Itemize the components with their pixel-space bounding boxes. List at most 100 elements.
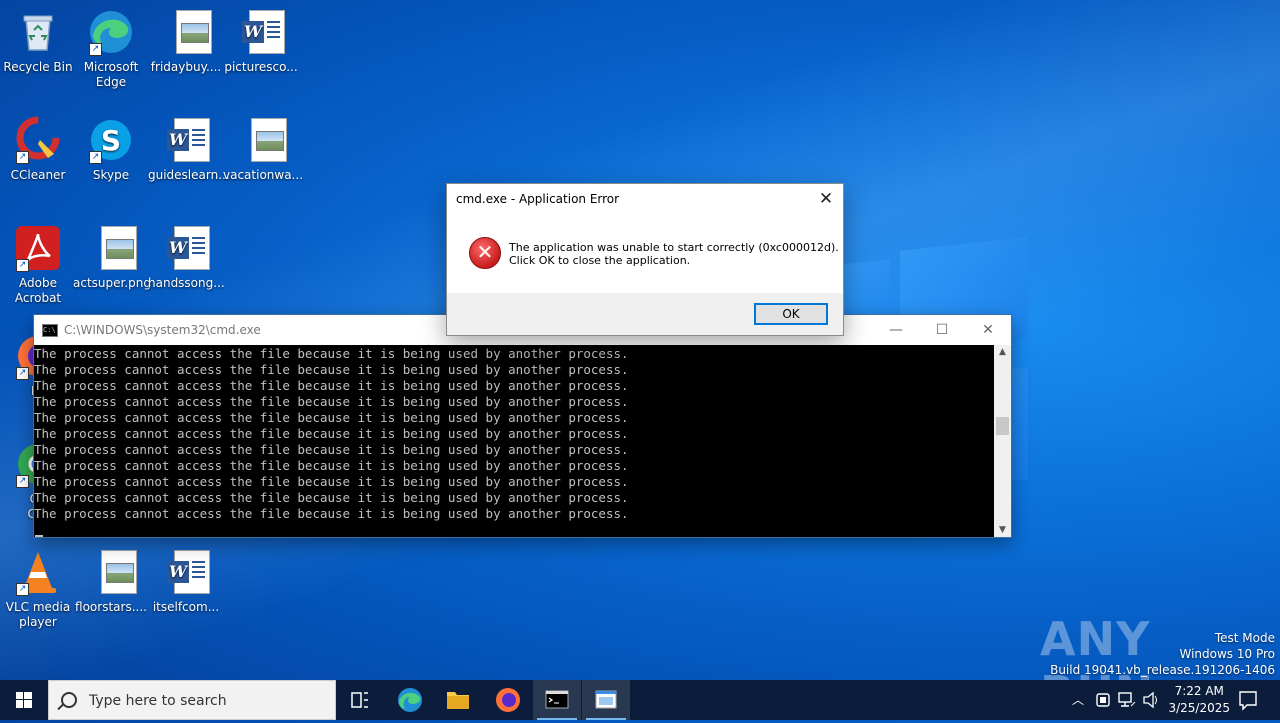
desktop-icon-label: Microsoft — [83, 60, 139, 74]
svg-text:S: S — [101, 124, 121, 157]
task-view-button[interactable] — [336, 680, 384, 720]
desktop-icon-vacationwa[interactable]: vacationwa... — [223, 116, 304, 183]
cmd-window[interactable]: C:\ C:\WINDOWS\system32\cmd.exe — ☐ ✕ Th… — [34, 315, 1011, 537]
word-doc-icon: W — [162, 224, 210, 272]
notification-icon — [1239, 691, 1257, 711]
action-center-button[interactable] — [1234, 680, 1262, 720]
console-line: The process cannot access the file becau… — [34, 362, 629, 377]
taskbar: Type here to search ︿ 7:22 AM 3/25/2025 — [0, 680, 1280, 720]
cmd-scrollbar[interactable]: ▲ ▼ — [994, 345, 1011, 537]
dialog-title: cmd.exe - Application Error — [456, 192, 620, 206]
console-line: The process cannot access the file becau… — [34, 442, 629, 457]
test-mode-watermark: Test Mode Windows 10 Pro Build 19041.vb_… — [1050, 630, 1275, 678]
desktop-icon-picturesco[interactable]: W picturesco... — [223, 8, 299, 75]
image-file-icon — [87, 548, 137, 596]
word-doc-icon: W — [162, 116, 210, 164]
desktop-icon-label: Skype — [92, 168, 130, 182]
desktop-icon-floorstars[interactable]: floorstars.... — [73, 548, 149, 615]
desktop-icon-fridaybuy[interactable]: fridaybuy.... — [148, 8, 224, 75]
volume-icon[interactable] — [1140, 680, 1162, 720]
search-icon — [61, 692, 77, 708]
shortcut-arrow-icon: ↗ — [16, 583, 29, 596]
desktop-icon-label-line2: Acrobat — [14, 291, 62, 305]
console-line: The process cannot access the file becau… — [34, 474, 629, 489]
cmd-app-icon: C:\ — [42, 323, 58, 337]
desktop-icon-microsoft-edge[interactable]: ↗ Microsoft Edge — [73, 8, 149, 90]
shortcut-arrow-icon: ↗ — [16, 259, 29, 272]
scrollbar-thumb[interactable] — [996, 417, 1009, 435]
dialog-message-line2: Click OK to close the application. — [509, 254, 691, 267]
desktop-icon-adobe-acrobat[interactable]: ↗ Adobe Acrobat — [0, 224, 76, 306]
shortcut-arrow-icon: ↗ — [89, 151, 102, 164]
desktop-icon-vlc[interactable]: ↗ VLC media player — [0, 548, 76, 630]
maximize-button[interactable]: ☐ — [919, 315, 965, 345]
taskbar-edge-button[interactable] — [386, 680, 434, 720]
desktop-icon-label: picturesco... — [224, 60, 298, 74]
taskbar-firefox-button[interactable] — [484, 680, 532, 720]
image-file-icon — [87, 224, 137, 272]
desktop-icon-label: guideslearn... — [148, 168, 230, 182]
recycle-bin-icon — [14, 8, 62, 56]
taskbar-clock[interactable]: 7:22 AM 3/25/2025 — [1168, 683, 1230, 717]
close-button[interactable]: ✕ — [965, 315, 1011, 345]
acrobat-icon: ↗ — [14, 224, 62, 272]
vlc-icon: ↗ — [14, 548, 62, 596]
desktop-icon-ccleaner[interactable]: ↗ CCleaner — [0, 116, 76, 183]
application-error-dialog[interactable]: cmd.exe - Application Error ✕ ✕ The appl… — [446, 183, 844, 336]
desktop-icon-label: vacationwa... — [223, 168, 304, 182]
taskbar-cmd-button[interactable] — [533, 680, 581, 720]
command-prompt-icon — [545, 690, 569, 709]
clock-date: 3/25/2025 — [1168, 701, 1230, 715]
shortcut-arrow-icon: ↗ — [16, 475, 29, 488]
desktop-icon-label: Adobe — [19, 276, 57, 290]
taskbar-error-dialog-button[interactable] — [582, 680, 630, 720]
console-line: The process cannot access the file becau… — [34, 458, 629, 473]
console-line: The process cannot access the file becau… — [34, 426, 629, 441]
console-cursor — [35, 535, 43, 537]
desktop-icon-handssong[interactable]: W handssong... — [148, 224, 225, 291]
desktop-icon-skype[interactable]: S ↗ Skype — [73, 116, 149, 183]
search-placeholder: Type here to search — [89, 693, 227, 709]
desktop-icon-recycle-bin[interactable]: Recycle Bin — [0, 8, 76, 75]
network-icon[interactable] — [1116, 680, 1138, 720]
error-icon: ✕ — [469, 237, 501, 269]
ok-button[interactable]: OK — [754, 303, 828, 325]
firefox-icon — [496, 688, 520, 712]
desktop-icon-label: fridaybuy.... — [150, 60, 222, 74]
test-mode-label: Test Mode — [1214, 631, 1275, 645]
ccleaner-icon: ↗ — [14, 116, 62, 164]
desktop-icon-label: handssong... — [148, 276, 225, 290]
edge-icon: ↗ — [87, 8, 135, 56]
desktop-icon-guideslearn[interactable]: W guideslearn... — [148, 116, 230, 183]
dialog-message-line1: The application was unable to start corr… — [509, 241, 839, 254]
shortcut-arrow-icon: ↗ — [16, 151, 29, 164]
skype-icon: S ↗ — [87, 116, 135, 164]
tray-app-icon[interactable] — [1092, 680, 1114, 720]
taskbar-file-explorer-button[interactable] — [434, 680, 482, 720]
minimize-button[interactable]: — — [873, 315, 919, 345]
cmd-console-output[interactable]: The process cannot access the file becau… — [34, 345, 994, 538]
taskbar-search-box[interactable]: Type here to search — [48, 680, 336, 720]
image-file-icon — [237, 116, 287, 164]
scroll-down-arrow-icon[interactable]: ▼ — [994, 525, 1011, 535]
console-line: The process cannot access the file becau… — [34, 346, 629, 361]
desktop-icon-label: itselfcom... — [152, 600, 220, 614]
shortcut-arrow-icon: ↗ — [16, 367, 29, 380]
folder-icon — [447, 692, 469, 709]
dialog-message: The application was unable to start corr… — [509, 241, 839, 267]
console-line: The process cannot access the file becau… — [34, 410, 629, 425]
show-hidden-icons-chevron-icon[interactable]: ︿ — [1066, 680, 1090, 720]
windows-edition-label: Windows 10 Pro — [1179, 647, 1275, 661]
application-window-icon — [595, 690, 617, 709]
desktop-icon-actsuper[interactable]: actsuper.png — [73, 224, 151, 291]
scroll-up-arrow-icon[interactable]: ▲ — [994, 347, 1011, 357]
console-line: The process cannot access the file becau… — [34, 378, 629, 393]
desktop-icon-label: VLC media — [5, 600, 71, 614]
desktop-icon-itselfcom[interactable]: W itselfcom... — [148, 548, 224, 615]
desktop-icon-label: floorstars.... — [75, 600, 147, 614]
windows-logo-icon — [16, 692, 32, 708]
desktop-icon-label: Recycle Bin — [3, 60, 73, 74]
shortcut-arrow-icon: ↗ — [89, 43, 102, 56]
start-button[interactable] — [0, 680, 48, 720]
dialog-close-button[interactable]: ✕ — [813, 187, 839, 211]
